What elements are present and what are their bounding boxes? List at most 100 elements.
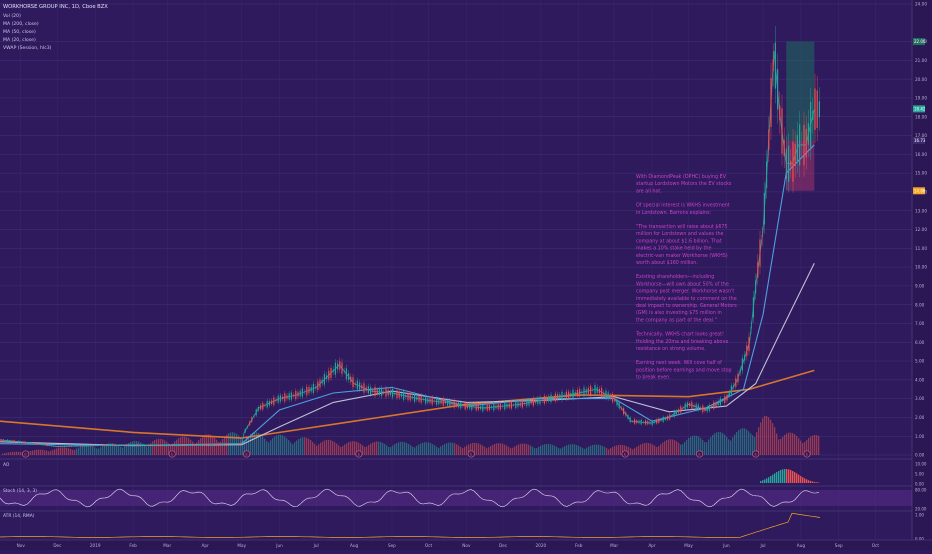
candle-body <box>641 420 642 424</box>
candle-body <box>792 142 793 182</box>
volume-bar <box>664 441 665 455</box>
candle-body <box>735 378 736 386</box>
volume-bar <box>352 441 353 455</box>
candle-body <box>621 408 622 409</box>
annotation-line: makes a 10% stake held by the <box>636 246 711 252</box>
ao-bar <box>770 476 771 483</box>
volume-bar <box>136 441 137 455</box>
volume-bar <box>654 446 655 455</box>
ao-bar <box>794 472 795 483</box>
candle-body <box>372 390 373 392</box>
volume-bar <box>734 435 735 455</box>
annotation-line: deal impact to ownership. General Motors <box>636 303 737 309</box>
time-tick-label: 2019 <box>90 543 101 548</box>
candle-body <box>220 444 221 445</box>
candle-body <box>704 408 705 411</box>
volume-bar <box>566 445 567 455</box>
candle-body <box>707 407 708 412</box>
candle-body <box>258 407 259 410</box>
candle-body <box>599 389 600 394</box>
candle-body <box>170 445 171 446</box>
volume-bar <box>374 442 375 455</box>
candle-body <box>605 391 606 398</box>
volume-bar <box>300 438 301 455</box>
candle-body <box>396 390 397 398</box>
candle-body <box>795 144 796 166</box>
annotation-line: in Lordstown. Barrons explains: <box>636 210 712 216</box>
time-tick-label: Feb <box>575 543 583 548</box>
ao-bar <box>782 469 783 483</box>
candle-body <box>251 418 252 422</box>
volume-bar <box>594 445 595 455</box>
volume-bar <box>604 447 605 455</box>
volume-bar <box>328 440 329 455</box>
volume-bar <box>166 442 167 455</box>
volume-bar <box>442 445 443 455</box>
candle-body <box>759 239 760 266</box>
candle-body <box>176 445 177 446</box>
volume-bar <box>558 448 559 455</box>
volume-bar <box>610 448 611 455</box>
price-badge-label: 18.42 <box>914 106 926 111</box>
volume-bar <box>758 427 759 455</box>
candle-body <box>157 445 158 446</box>
price-tick-label: 6.00 <box>915 340 925 345</box>
candle-body <box>608 392 609 398</box>
volume-bar <box>552 445 553 455</box>
volume-bar <box>738 430 739 455</box>
annotation-line: Workhorse—will own about 50% of the <box>636 281 729 287</box>
volume-bar <box>514 446 515 455</box>
candle-body <box>339 361 340 369</box>
annotation-line: immediately available to comment on the <box>636 296 737 302</box>
candle-body <box>744 355 745 360</box>
indicator-ma200: MA (200, close) <box>3 21 39 27</box>
volume-bar <box>782 437 783 455</box>
volume-bar <box>788 433 789 455</box>
volume-bar <box>378 442 379 455</box>
candle-body <box>462 405 463 406</box>
price-tick-label: 13.00 <box>915 208 927 213</box>
candle-body <box>218 444 219 445</box>
volume-bar <box>634 448 635 455</box>
volume-bar <box>438 448 439 455</box>
volume-bar <box>674 440 675 455</box>
candle-body <box>544 396 545 404</box>
volume-bar <box>48 451 49 455</box>
candle-body <box>130 444 131 445</box>
candle-body <box>557 394 558 399</box>
volume-bar <box>798 438 799 455</box>
volume-bar <box>282 435 283 455</box>
candle-body <box>86 445 87 446</box>
candle-body <box>201 444 202 445</box>
candle-body <box>478 405 479 410</box>
volume-bar <box>64 448 65 455</box>
chart-canvas[interactable]: EEEEEEEEE AOStoch (14, 3, 3)ATR (14, RMA… <box>0 0 932 550</box>
volume-bar <box>652 445 653 455</box>
candle-body <box>601 388 602 397</box>
candle-body <box>746 346 747 357</box>
candle-body <box>660 420 661 421</box>
candle-body <box>381 388 382 396</box>
candle-body <box>539 397 540 404</box>
time-tick-label: 2020 <box>536 543 547 548</box>
volume-bar <box>486 448 487 455</box>
annotation-line: position before earnings and move stop <box>636 367 732 373</box>
volume-bar <box>688 438 689 455</box>
volume-bar <box>14 452 15 455</box>
candle-body <box>335 363 336 375</box>
volume-bar <box>742 428 743 455</box>
candle-body <box>223 443 224 444</box>
candle-body <box>517 402 518 407</box>
volume-bar <box>180 437 181 455</box>
volume-bar <box>72 450 73 455</box>
candle-body <box>610 395 611 398</box>
candle-body <box>438 399 439 404</box>
volume-bar <box>140 442 141 455</box>
candle-body <box>348 373 349 380</box>
volume-bar <box>310 440 311 455</box>
candle-body <box>390 390 391 395</box>
candle-body <box>126 444 127 445</box>
volume-bar <box>88 445 89 455</box>
volume-bar <box>802 443 803 455</box>
candle-body <box>724 396 725 403</box>
